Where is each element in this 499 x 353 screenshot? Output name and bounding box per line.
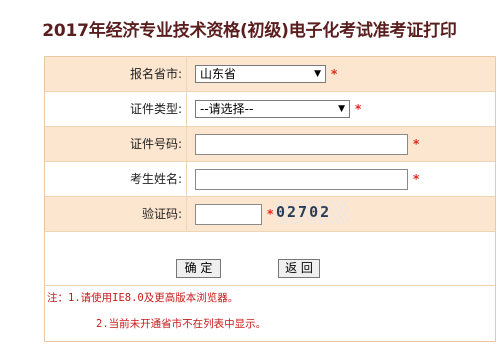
name-label: 考生姓名: [45, 162, 187, 196]
required-mark: * [413, 137, 420, 151]
id-number-label: 证件号码: [45, 127, 187, 161]
name-row: 考生姓名: * [45, 162, 495, 197]
province-select[interactable]: 山东省 ▼ [195, 65, 326, 83]
id-number-input[interactable] [195, 134, 408, 155]
note-line-1: 注：1.请使用IE8.0及更高版本浏览器。 [47, 292, 239, 304]
required-mark: * [413, 172, 420, 186]
chevron-down-icon: ▼ [338, 104, 345, 114]
divider [45, 285, 495, 286]
province-row: 报名省市: 山东省 ▼ * [45, 57, 495, 92]
captcha-label: 验证码: [45, 197, 187, 231]
captcha-row: 验证码: * 02702 [45, 197, 495, 232]
captcha-image[interactable]: 02702 [276, 200, 349, 224]
id-number-row: 证件号码: * [45, 127, 495, 162]
id-type-row: 证件类型: --请选择-- ▼ * [45, 92, 495, 127]
id-type-select-value: --请选择-- [200, 102, 254, 116]
note-line-2: 2.当前未开通省市不在列表中显示。 [96, 318, 267, 330]
captcha-input[interactable] [195, 204, 262, 225]
required-mark: * [331, 67, 338, 81]
chevron-down-icon: ▼ [314, 69, 321, 79]
province-select-value: 山东省 [200, 67, 237, 81]
confirm-button[interactable]: 确 定 [176, 259, 221, 278]
required-mark: * [355, 102, 362, 116]
id-type-select[interactable]: --请选择-- ▼ [195, 100, 350, 118]
id-type-label: 证件类型: [45, 92, 187, 126]
required-mark: * [267, 207, 274, 221]
province-label: 报名省市: [45, 57, 187, 91]
page-title: 2017年经济专业技术资格(初级)电子化考试准考证打印 [42, 21, 457, 41]
back-button[interactable]: 返 回 [278, 259, 320, 278]
name-input[interactable] [195, 169, 408, 190]
